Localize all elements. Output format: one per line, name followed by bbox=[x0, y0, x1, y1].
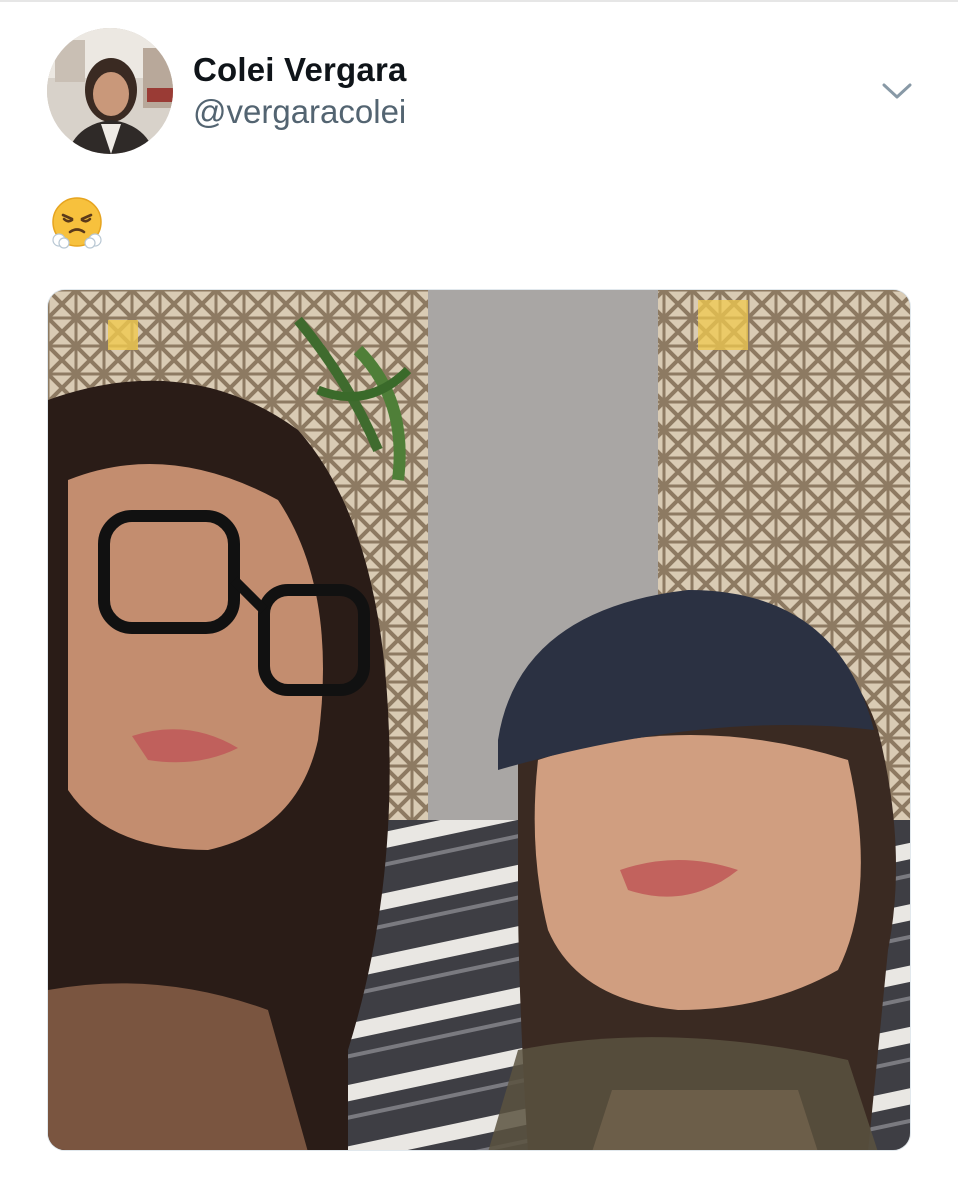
avatar[interactable] bbox=[47, 28, 173, 154]
steam-from-nose-emoji-icon bbox=[50, 196, 110, 250]
tweet-header: Colei Vergara @vergaracolei bbox=[47, 28, 927, 158]
username-handle[interactable]: @vergaracolei bbox=[193, 92, 407, 132]
chevron-down-icon[interactable] bbox=[879, 76, 915, 106]
top-divider bbox=[0, 0, 958, 2]
selfie-photo-image bbox=[48, 290, 910, 1150]
tweet-text bbox=[50, 196, 110, 256]
display-name[interactable]: Colei Vergara bbox=[193, 50, 407, 90]
avatar-image bbox=[47, 28, 173, 154]
tweet-photo[interactable] bbox=[47, 289, 911, 1151]
author-names: Colei Vergara @vergaracolei bbox=[193, 50, 407, 132]
